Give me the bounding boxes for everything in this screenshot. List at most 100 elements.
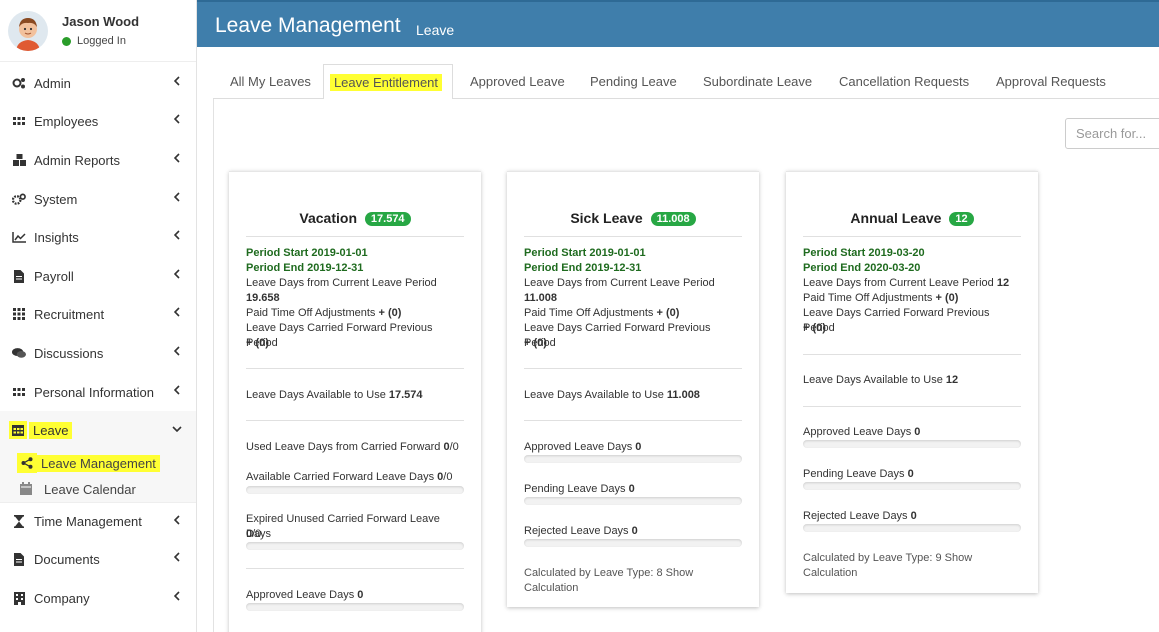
sidebar-item-payroll[interactable]: Payroll bbox=[0, 257, 196, 295]
sidebar-item-documents[interactable]: Documents bbox=[0, 540, 196, 578]
carried-forward-value: + (0) bbox=[246, 337, 269, 349]
available-label: Leave Days Available to Use bbox=[246, 389, 386, 401]
current-period-value: 19.658 bbox=[246, 292, 280, 304]
show-calculation-link[interactable]: Calculated by Leave Type: 9 Show Calcula… bbox=[803, 551, 1021, 581]
period-end: Period End 2019-12-31 bbox=[524, 262, 642, 274]
avail-cf-total: /0 bbox=[443, 471, 453, 483]
sidebar-subitem-leave-management[interactable]: Leave Management bbox=[0, 450, 196, 476]
available-value: 12 bbox=[945, 374, 959, 386]
rejected-value: 0 bbox=[910, 510, 917, 522]
rejected-value: 0 bbox=[631, 525, 638, 537]
user-panel: Jason Wood Logged In bbox=[0, 0, 196, 62]
approved-label: Approved Leave Days bbox=[803, 426, 912, 438]
expired-carried-forward: 0/0 bbox=[246, 527, 464, 542]
approved-label: Approved Leave Days bbox=[246, 589, 355, 601]
file-icon bbox=[12, 552, 26, 566]
expired-total: /0 bbox=[252, 528, 262, 540]
tab-pending-leave[interactable]: Pending Leave bbox=[590, 64, 677, 99]
current-period-label: Leave Days from Current Leave Period bbox=[246, 277, 437, 289]
hourglass-icon bbox=[12, 515, 26, 529]
sidebar-item-employees[interactable]: Employees bbox=[0, 102, 196, 140]
sidebar-item-label: Employees bbox=[34, 113, 99, 129]
sidebar-item-admin[interactable]: Admin bbox=[0, 64, 196, 102]
sidebar-item-discussions[interactable]: Discussions bbox=[0, 334, 196, 372]
sidebar-item-label: Time Management bbox=[34, 514, 142, 529]
calendar-icon bbox=[20, 482, 34, 496]
available-carried-forward: Available Carried Forward Leave Days 0/0 bbox=[246, 470, 464, 485]
sidebar-subitem-leave-calendar[interactable]: Leave Calendar bbox=[0, 476, 196, 502]
sidebar-item-recruitment[interactable]: Recruitment bbox=[0, 295, 196, 333]
available-to-use: Leave Days Available to Use 12 bbox=[803, 373, 1021, 388]
sidebar-item-insights[interactable]: Insights bbox=[0, 218, 196, 256]
used-cf-label: Used Leave Days from Carried Forward bbox=[246, 441, 441, 453]
leave-card-annual-leave: Annual Leave 12 Period Start 2019-03-20 … bbox=[786, 171, 1038, 593]
pending-label: Pending Leave Days bbox=[803, 468, 905, 480]
chevron-left-icon bbox=[174, 192, 180, 202]
pto-value: + (0) bbox=[935, 292, 959, 304]
pto-value: + (0) bbox=[378, 307, 402, 319]
user-name: Jason Wood bbox=[62, 14, 140, 29]
search-input[interactable] bbox=[1065, 118, 1159, 149]
show-calculation-link[interactable]: Calculated by Leave Type: 8 Show Calcula… bbox=[524, 566, 742, 596]
current-period-label: Leave Days from Current Leave Period bbox=[803, 277, 994, 289]
current-period: Leave Days from Current Leave Period 12 bbox=[803, 276, 1021, 291]
sidebar-item-company[interactable]: Company bbox=[0, 579, 196, 617]
sidebar-item-admin-reports[interactable]: Admin Reports bbox=[0, 141, 196, 179]
carried-forward-value: + (0) bbox=[524, 337, 547, 349]
available-to-use: Leave Days Available to Use 17.574 bbox=[246, 388, 464, 403]
period-end: Period End 2019-12-31 bbox=[246, 262, 364, 274]
divider bbox=[246, 420, 464, 421]
approved-leave-days: Approved Leave Days 0 bbox=[803, 425, 1021, 440]
approved-leave-days: Approved Leave Days 0 bbox=[524, 440, 742, 455]
expired-cf-progress bbox=[246, 542, 464, 550]
online-status-icon bbox=[62, 36, 71, 46]
sidebar-item-label: Admin Reports bbox=[34, 152, 120, 168]
grid-icon bbox=[12, 307, 26, 321]
file-icon bbox=[12, 269, 26, 283]
divider bbox=[524, 236, 742, 237]
approved-leave-days: Approved Leave Days 0 bbox=[246, 588, 464, 603]
tab-cancellation-requests[interactable]: Cancellation Requests bbox=[839, 64, 969, 99]
leave-card-vacation: Vacation 17.574 Period Start 2019-01-01 … bbox=[229, 171, 481, 632]
rejected-progress bbox=[524, 539, 742, 547]
leave-type-name: Annual Leave bbox=[850, 210, 942, 226]
grid-icon bbox=[12, 385, 26, 399]
divider bbox=[803, 236, 1021, 237]
pto-label: Paid Time Off Adjustments bbox=[803, 292, 933, 304]
sidebar-item-personal-information[interactable]: Personal Information bbox=[0, 373, 196, 411]
chevron-left-icon bbox=[174, 153, 180, 163]
balance-badge: 11.008 bbox=[650, 212, 696, 226]
chevron-left-icon bbox=[174, 230, 180, 240]
cubes-icon bbox=[12, 153, 26, 167]
tab-subordinate-leave[interactable]: Subordinate Leave bbox=[703, 64, 812, 99]
carried-forward-value: + (0) bbox=[803, 322, 826, 334]
divider bbox=[524, 368, 742, 369]
available-to-use: Leave Days Available to Use 11.008 bbox=[524, 388, 742, 403]
rejected-progress bbox=[803, 524, 1021, 532]
tab-all-my-leaves[interactable]: All My Leaves bbox=[230, 64, 311, 99]
pto-adjustments: Paid Time Off Adjustments + (0) bbox=[803, 291, 1021, 306]
tab-approved-leave[interactable]: Approved Leave bbox=[470, 64, 565, 99]
sidebar-item-leave[interactable]: Leave bbox=[0, 411, 196, 449]
approved-value: 0 bbox=[914, 426, 921, 438]
approved-value: 0 bbox=[357, 589, 364, 601]
avatar[interactable] bbox=[8, 10, 48, 51]
sidebar-item-label: Company bbox=[34, 590, 90, 606]
used-cf-total: /0 bbox=[449, 441, 459, 453]
sidebar-item-label: Leave bbox=[29, 421, 73, 439]
card-title: Vacation 17.574 bbox=[246, 210, 464, 226]
available-value: 11.008 bbox=[666, 389, 700, 401]
sidebar-item-system[interactable]: System bbox=[0, 180, 196, 218]
period-start: Period Start 2019-03-20 bbox=[803, 247, 925, 259]
tab-leave-entitlement[interactable]: Leave Entitlement bbox=[323, 64, 453, 100]
leave-type-name: Vacation bbox=[299, 210, 358, 226]
pto-value: + (0) bbox=[656, 307, 680, 319]
sidebar-item-label: Payroll bbox=[34, 268, 74, 284]
divider bbox=[246, 368, 464, 369]
balance-badge: 12 bbox=[949, 212, 974, 226]
period-end: Period End 2020-03-20 bbox=[803, 262, 921, 274]
line-chart-icon bbox=[12, 230, 26, 244]
sidebar-item-time-management[interactable]: Time Management bbox=[0, 502, 196, 540]
tab-approval-requests[interactable]: Approval Requests bbox=[996, 64, 1106, 99]
approved-progress bbox=[803, 440, 1021, 448]
